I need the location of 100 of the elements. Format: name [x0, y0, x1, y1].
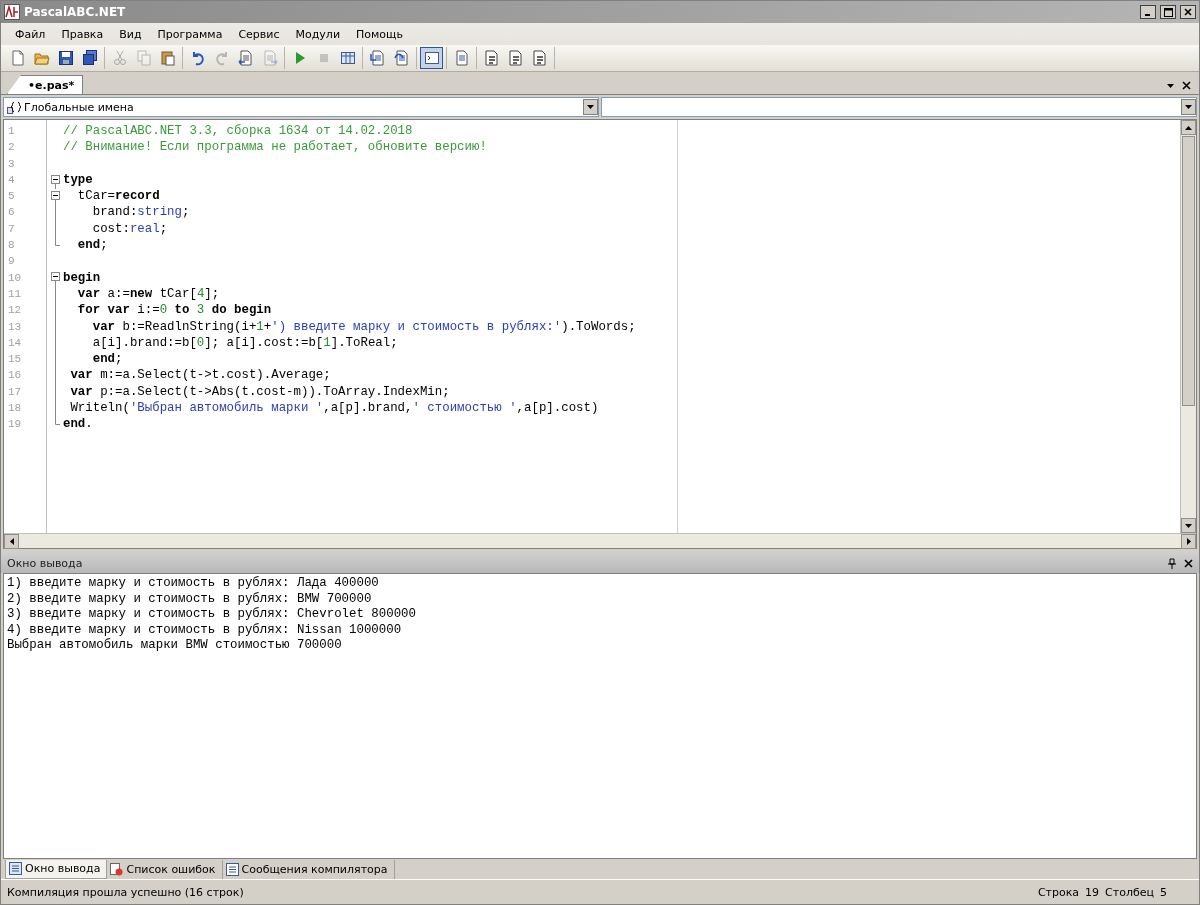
document-icon [507, 50, 524, 66]
caret-icon [587, 105, 594, 109]
document-icon [531, 50, 548, 66]
console-button[interactable] [420, 47, 443, 69]
line-number: 1 [7, 124, 16, 139]
output-line: 4) введите марку и стоимость в рублях: Nissan 1000000 [7, 622, 403, 638]
tab-list-icon [1167, 83, 1174, 88]
line-number: 3 [7, 156, 16, 172]
save-icon [57, 50, 74, 66]
save-all-icon [81, 50, 98, 66]
code-line: end; [91, 351, 124, 368]
line-number: 18 [7, 401, 23, 417]
open-folder-icon [33, 50, 50, 66]
pin-icon[interactable] [1168, 557, 1176, 569]
code-line: // Внимание! Если программа не работает, обновите версию! [63, 139, 488, 156]
line-number: 15 [7, 352, 23, 368]
output-line: Выбран автомобиль марки BMW стоимостью 700000 [7, 638, 343, 654]
fold-end-mark [54, 416, 60, 426]
grid-icon [339, 50, 356, 66]
panel-tab[interactable]: Окно вывода [5, 859, 108, 879]
menu-item[interactable]: Файл [7, 27, 54, 41]
error-list-icon [110, 862, 124, 876]
close-icon[interactable] [1182, 81, 1191, 90]
close-button[interactable] [1180, 5, 1196, 19]
menu-item[interactable]: Вид [111, 27, 150, 41]
code-line: cost:real; [91, 220, 169, 238]
menu-item[interactable]: Помощь [348, 27, 411, 41]
document-icon [453, 50, 470, 66]
line-number: 6 [7, 205, 16, 221]
window-title: PascalABC.NET [24, 5, 127, 19]
line-number: 5 [7, 189, 16, 205]
line-number: 2 [7, 140, 16, 156]
document-arrow-icon [369, 50, 386, 66]
vertical-scrollbar[interactable] [1180, 120, 1196, 533]
redo-icon [213, 50, 230, 66]
app-logo-icon [4, 4, 20, 20]
code-line: end. [63, 416, 94, 433]
line-label: Строка [1037, 885, 1080, 899]
line-number: 16 [7, 368, 23, 384]
line-number: 19 [7, 417, 23, 433]
output-line: 1) введите марку и стоимость в рублях: Лада 400000 [7, 576, 380, 592]
scope-dropdown[interactable]: Глобальные имена [3, 97, 599, 117]
column-label: Столбец [1105, 885, 1154, 899]
code-line: for var i:=0 to 3 do begin [76, 302, 273, 319]
panel-tab[interactable]: Список ошибок [107, 859, 223, 879]
member-dropdown[interactable] [601, 97, 1197, 117]
down-arrow-icon [1185, 523, 1192, 528]
code-line: var b:=ReadlnString(i+1+') введите марку и стоимость в рублях:').ToWords; [91, 318, 637, 335]
line-number: 7 [7, 221, 16, 237]
line-value: 19 [1085, 885, 1100, 899]
document-arrow-icon [393, 50, 410, 66]
line-number: 11 [7, 286, 23, 302]
code-line: end; [76, 237, 109, 254]
maximize-icon [1163, 7, 1173, 17]
code-line: begin [63, 269, 102, 286]
line-number: 4 [7, 172, 16, 188]
line-number: 10 [7, 270, 23, 286]
left-arrow-icon [9, 538, 14, 545]
panel-tab[interactable]: Сообщения компилятора [222, 859, 395, 879]
right-arrow-icon [1186, 538, 1191, 545]
line-number: 12 [7, 303, 23, 319]
output-line: 2) введите марку и стоимость в рублях: BMW 700000 [7, 591, 373, 607]
scissors-icon [111, 50, 128, 66]
code-line: Writeln('Выбран автомобиль марки ',a[p].brand,' стоимостью ',a[p].cost) [69, 400, 600, 417]
code-line: // PascalABC.NET 3.3, сборка 1634 от 14.02.2018 [63, 123, 414, 140]
panel-title: Окно вывода [7, 556, 84, 570]
fold-toggle-icon[interactable] [50, 269, 60, 287]
line-number: 8 [7, 238, 16, 254]
line-number: 14 [7, 335, 23, 351]
minimize-button[interactable] [1140, 5, 1156, 19]
braces-icon [7, 100, 21, 114]
close-icon[interactable] [1184, 558, 1193, 568]
up-arrow-icon [1185, 125, 1192, 130]
line-number: 17 [7, 384, 23, 400]
caret-icon [1185, 105, 1192, 109]
code-line: var a:=new tCar[4]; [76, 285, 221, 303]
document-icon [483, 50, 500, 66]
document-arrow-icon [261, 50, 278, 66]
code-line: tCar=record [76, 188, 161, 205]
close-icon [1184, 8, 1192, 16]
menu-item[interactable]: Сервис [230, 27, 288, 41]
fold-end-mark [54, 237, 60, 247]
code-line: type [63, 171, 94, 189]
horizontal-scrollbar[interactable] [4, 533, 1196, 548]
status-message: Компиляция прошла успешно (16 строк) [7, 885, 244, 899]
code-line: brand:string; [91, 204, 191, 221]
output-line: 3) введите марку и стоимость в рублях: Chevrolet 800000 [7, 607, 417, 623]
document-tab[interactable]: •e.pas* [7, 75, 84, 94]
window-icon [9, 862, 22, 875]
menu-item[interactable]: Программа [149, 27, 231, 41]
line-number: 13 [7, 319, 23, 335]
menu-item[interactable]: Правка [53, 27, 112, 41]
line-number: 9 [7, 254, 16, 270]
document-arrow-icon [237, 50, 254, 66]
menu-item[interactable]: Модули [287, 27, 349, 41]
code-line: var p:=a.Select(t->Abs(t.cost-m)).ToArray.IndexMin; [69, 383, 451, 401]
console-icon [423, 50, 440, 66]
document-icon [225, 862, 239, 876]
copy-icon [135, 50, 152, 66]
maximize-button[interactable] [1160, 5, 1176, 19]
